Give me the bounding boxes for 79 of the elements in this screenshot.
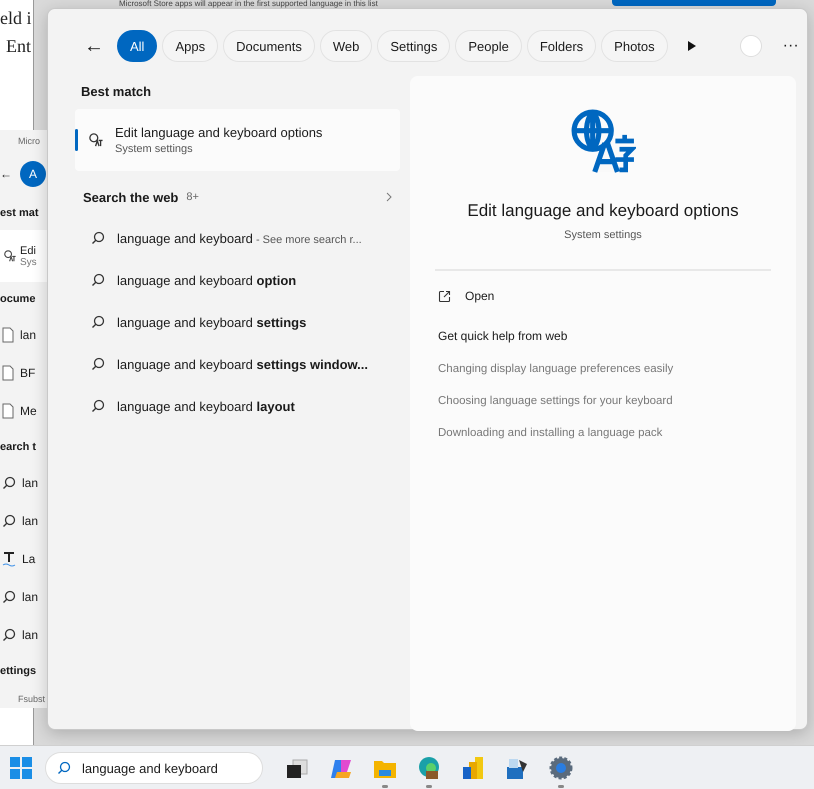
- filter-tab[interactable]: Photos: [601, 30, 668, 62]
- filter-tab[interactable]: Folders: [526, 30, 596, 62]
- open-button[interactable]: Open: [438, 289, 494, 303]
- running-indicator: [426, 785, 432, 788]
- filter-tab[interactable]: Web: [320, 30, 372, 62]
- back-arrow[interactable]: ←: [0, 167, 12, 181]
- search-icon: [2, 590, 16, 604]
- power-bi-icon[interactable]: [463, 757, 483, 779]
- notice-text: Microsoft Store apps will appear in the first supported language in this list: [119, 0, 378, 8]
- filter-tab[interactable]: Documents: [223, 30, 315, 62]
- filter-tab[interactable]: All: [117, 30, 158, 62]
- result-card[interactable]: Edi Sys: [0, 230, 47, 282]
- search-icon: [91, 273, 105, 287]
- section-heading: earch t: [0, 441, 36, 453]
- copilot-icon[interactable]: [331, 760, 351, 778]
- open-external-icon: [438, 290, 451, 302]
- running-indicator: [558, 785, 564, 788]
- search-icon: [2, 628, 16, 642]
- filter-tab[interactable]: People: [455, 30, 522, 62]
- result-item[interactable]: La: [22, 552, 36, 566]
- search-icon: [91, 315, 105, 329]
- filter-tab[interactable]: Settings: [377, 30, 450, 62]
- search-icon: [91, 399, 105, 413]
- language-icon: [570, 108, 636, 174]
- result-item[interactable]: BF: [20, 366, 36, 380]
- search-icon: [2, 514, 16, 528]
- language-icon: [89, 133, 103, 147]
- more-options[interactable]: ···: [782, 37, 799, 55]
- font-icon: [2, 551, 16, 567]
- result-count: 8+: [186, 191, 199, 203]
- search-icon: [91, 357, 105, 371]
- result-title: Edit language and keyboard options: [115, 125, 322, 140]
- result-subtitle: System settings: [115, 143, 194, 155]
- search-icon: [2, 476, 16, 490]
- section-heading: Search the web: [83, 190, 178, 204]
- web-result[interactable]: language and keyboard settings: [117, 314, 306, 330]
- preview-title: Edit language and keyboard options: [467, 201, 739, 221]
- help-heading: Get quick help from web: [438, 329, 568, 343]
- web-result[interactable]: language and keyboard option: [117, 272, 296, 288]
- section-heading: ocume: [0, 293, 36, 305]
- best-match-card[interactable]: Edit language and keyboard options System settings: [75, 109, 400, 171]
- dax-studio-icon[interactable]: [507, 759, 527, 779]
- running-indicator: [382, 785, 388, 788]
- start-icon[interactable]: [10, 757, 32, 779]
- play-icon[interactable]: [686, 40, 697, 52]
- back-arrow[interactable]: ←: [84, 34, 108, 58]
- chevron-icon[interactable]: [386, 192, 392, 202]
- preview-subtitle: System settings: [564, 229, 642, 241]
- caption-text: Micro: [18, 136, 40, 146]
- taskbar-search-field[interactable]: language and keyboard: [45, 752, 263, 784]
- result-subtitle: Sys: [20, 256, 37, 268]
- section-heading: est mat: [0, 207, 39, 219]
- search-icon: [91, 231, 105, 245]
- language-icon: [4, 250, 16, 262]
- web-result[interactable]: language and keyboard - See more search r...: [117, 230, 362, 246]
- document-text: eld i: [0, 7, 32, 30]
- result-item[interactable]: lan: [20, 328, 36, 342]
- search-icon: [57, 761, 71, 775]
- result-title: Edi: [20, 244, 37, 256]
- help-link[interactable]: Choosing language settings for your keyboard: [438, 395, 673, 407]
- section-heading: Best match: [81, 84, 152, 101]
- help-link[interactable]: Changing display language preferences easily: [438, 363, 674, 375]
- folder-icon[interactable]: [374, 761, 396, 778]
- web-result[interactable]: language and keyboard settings window...: [117, 356, 368, 372]
- web-result[interactable]: language and keyboard layout: [117, 398, 295, 414]
- settings-icon[interactable]: [550, 756, 572, 780]
- document-text: Ent: [5, 35, 32, 58]
- result-item[interactable]: lan: [22, 514, 38, 528]
- result-item[interactable]: lan: [22, 628, 38, 642]
- result-item[interactable]: lan: [22, 590, 38, 604]
- result-item[interactable]: Me: [20, 404, 37, 418]
- task-view-icon[interactable]: [287, 760, 308, 778]
- result-item[interactable]: lan: [22, 476, 38, 490]
- section-heading: ettings: [0, 665, 36, 677]
- edge-icon[interactable]: [419, 757, 439, 779]
- filter-tab[interactable]: Apps: [162, 30, 218, 62]
- filter-tab[interactable]: A: [20, 161, 46, 187]
- help-link[interactable]: Downloading and installing a language pack: [438, 427, 662, 439]
- caption-text: Fsubst: [18, 694, 46, 704]
